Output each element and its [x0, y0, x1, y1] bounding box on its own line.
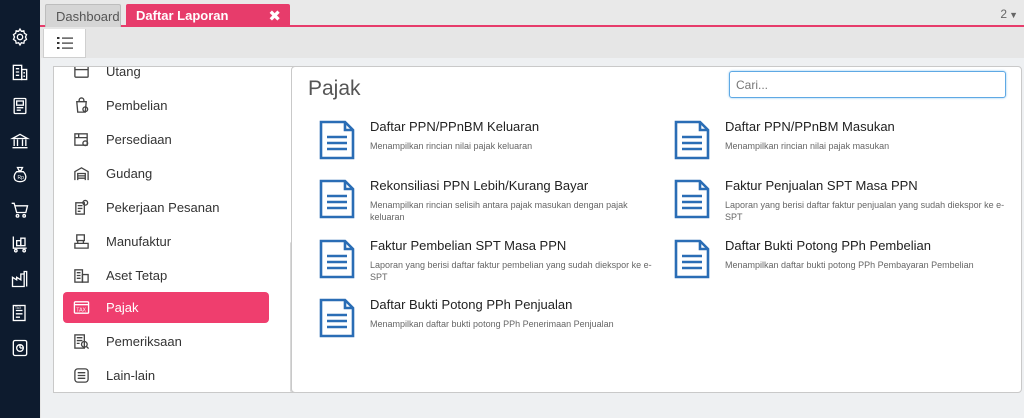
- inventory-icon: [72, 131, 90, 149]
- svg-text:Rp: Rp: [18, 175, 25, 181]
- report-title: Daftar PPN/PPnBM Keluaran: [370, 119, 540, 134]
- report-description: Menampilkan rincian nilai pajak masukan: [725, 141, 890, 151]
- document-icon: [673, 119, 711, 161]
- job-order-icon: [72, 199, 90, 217]
- document-icon: [318, 119, 356, 161]
- fixed-asset-icon: [72, 267, 90, 285]
- audit-icon: [72, 333, 90, 351]
- report-title: Faktur Pembelian SPT Masa PPN: [370, 238, 567, 253]
- document-icon: [318, 238, 356, 280]
- tab-dashboard-label: Dashboard: [56, 8, 120, 24]
- tab-count-dropdown[interactable]: 2 ▼: [1000, 7, 1018, 21]
- page-title: Pajak: [308, 77, 361, 100]
- gear-icon[interactable]: [9, 26, 31, 48]
- warehouse-icon: [72, 165, 90, 183]
- report-description: Menampilkan rincian selisih antara pajak…: [370, 200, 628, 222]
- app-rail: Rp TAX: [0, 0, 40, 418]
- debt-icon: [72, 67, 90, 81]
- svg-text:TAX: TAX: [76, 307, 86, 313]
- search-input[interactable]: [729, 71, 1006, 98]
- menu-item-pemeriksaan[interactable]: Pemeriksaan: [63, 326, 269, 357]
- report-description: Menampilkan daftar bukti potong PPh Pene…: [370, 319, 614, 329]
- report-description: Laporan yang berisi daftar faktur penjua…: [725, 200, 1005, 222]
- menu-item-pekerjaan-pesanan[interactable]: Pekerjaan Pesanan: [63, 192, 269, 223]
- purchase-icon: [72, 97, 90, 115]
- document-icon: [318, 297, 356, 339]
- tab-dashboard[interactable]: Dashboard: [45, 4, 121, 27]
- report-description: Menampilkan rincian nilai pajak keluaran: [370, 141, 533, 151]
- cart-icon[interactable]: [9, 199, 31, 221]
- list-icon: [56, 37, 73, 49]
- report-panel: Pajak Daftar PPN/PPnBM Keluaran Menampil…: [291, 66, 1022, 393]
- menu-item-lain-lain[interactable]: Lain-lain: [63, 360, 269, 391]
- money-bag-icon[interactable]: Rp: [9, 164, 31, 186]
- report-title: Daftar Bukti Potong PPh Pembelian: [725, 238, 931, 253]
- factory-icon[interactable]: [9, 268, 31, 290]
- menu-item-aset-tetap[interactable]: Aset Tetap: [63, 260, 269, 291]
- ledger-icon[interactable]: [9, 95, 31, 117]
- report-title: Faktur Penjualan SPT Masa PPN: [725, 178, 918, 193]
- building-icon[interactable]: [9, 61, 31, 83]
- close-icon[interactable]: ✖: [268, 7, 281, 25]
- report-description: Menampilkan daftar bukti potong PPh Pemb…: [725, 260, 974, 270]
- manufacturing-icon: [72, 233, 90, 251]
- tab-daftar-laporan[interactable]: Daftar Laporan ✖: [126, 4, 290, 27]
- content-area: Utang Pembelian Persediaan Gudang Pekerj…: [41, 58, 1024, 418]
- menu-item-pembelian[interactable]: Pembelian: [63, 90, 269, 121]
- menu-item-pajak[interactable]: TAX Pajak: [63, 292, 269, 323]
- menu-item-gudang[interactable]: Gudang: [63, 158, 269, 189]
- tab-bar: Dashboard Daftar Laporan ✖ 2 ▼: [40, 0, 1024, 27]
- chevron-down-icon: ▼: [1009, 10, 1018, 20]
- menu-item-utang[interactable]: Utang: [63, 67, 269, 87]
- svg-text:TAX: TAX: [15, 306, 22, 310]
- document-icon: [673, 238, 711, 280]
- other-icon: [72, 367, 90, 385]
- category-menu: Utang Pembelian Persediaan Gudang Pekerj…: [53, 66, 326, 393]
- list-view-button[interactable]: [43, 29, 86, 58]
- tab-count-value: 2: [1000, 7, 1008, 21]
- tab-daftar-laporan-label: Daftar Laporan: [136, 8, 229, 23]
- report-title: Rekonsiliasi PPN Lebih/Kurang Bayar: [370, 178, 589, 193]
- report-title: Daftar Bukti Potong PPh Penjualan: [370, 297, 573, 312]
- tax-icon[interactable]: TAX: [9, 302, 31, 324]
- menu-item-persediaan[interactable]: Persediaan: [63, 124, 269, 155]
- report-icon[interactable]: [9, 337, 31, 359]
- trolley-icon[interactable]: [9, 233, 31, 255]
- tax-icon: TAX: [72, 299, 90, 317]
- document-icon: [673, 178, 711, 220]
- report-title: Daftar PPN/PPnBM Masukan: [725, 119, 895, 134]
- document-icon: [318, 178, 356, 220]
- menu-item-manufaktur[interactable]: Manufaktur: [63, 226, 269, 257]
- report-description: Laporan yang berisi daftar faktur pembel…: [370, 260, 652, 282]
- bank-icon[interactable]: [9, 130, 31, 152]
